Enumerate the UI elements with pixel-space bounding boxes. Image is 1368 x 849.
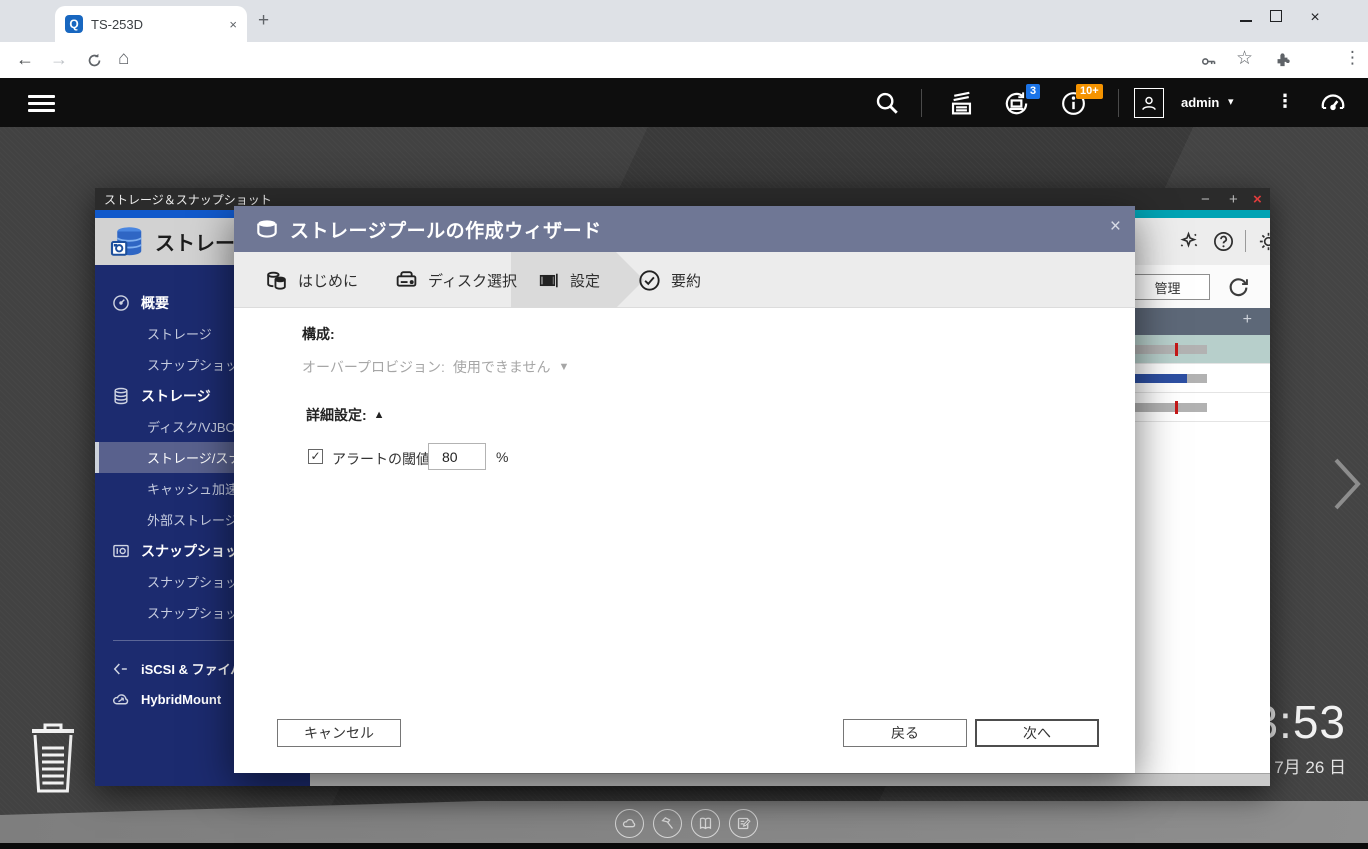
wizard-steps-bar: はじめに ディスク選択 設定 要約 <box>234 252 1135 308</box>
storage-app-icon <box>109 224 145 260</box>
storage-pool-wizard-dialog: ストレージプールの作成ウィザード × はじめに ディスク選択 <box>234 206 1135 773</box>
background-tasks-icon[interactable] <box>947 88 976 117</box>
pool-icon <box>254 216 280 242</box>
sliders-step-icon <box>536 268 561 293</box>
alert-threshold-checkbox[interactable]: ✓ <box>308 449 323 464</box>
browser-minimize-button[interactable] <box>1240 9 1252 27</box>
utilities-hammer-icon[interactable] <box>653 809 682 838</box>
alert-threshold-label: アラートの閾値 <box>332 449 430 469</box>
user-avatar-icon[interactable] <box>1134 88 1164 118</box>
key-icon[interactable] <box>1200 53 1217 70</box>
browser-tab-strip: Q TS-253D × + × <box>0 0 1368 42</box>
overprovision-label: オーバープロビジョン: <box>302 357 445 377</box>
browser-maximize-button[interactable] <box>1270 9 1282 27</box>
back-button[interactable]: 戻る <box>843 719 967 747</box>
window-title: ストレージ＆スナップショット <box>104 191 272 208</box>
alert-threshold-input[interactable] <box>428 443 486 470</box>
disk-step-icon <box>394 268 419 293</box>
sync-badge: 3 <box>1026 84 1040 99</box>
forward-icon[interactable]: → <box>50 49 68 70</box>
settings-gear-icon[interactable] <box>1257 230 1270 253</box>
step-summary: 要約 <box>637 252 701 308</box>
browser-tab[interactable]: Q TS-253D × <box>55 6 247 42</box>
qnap-top-bar: ストレージ＆スナッ... × 3 10+ admin ▾ ⋮ <box>0 78 1368 127</box>
snapshot-camera-icon <box>111 541 131 561</box>
check-circle-step-icon <box>637 268 662 293</box>
bookmark-star-icon[interactable]: ☆ <box>1236 47 1253 70</box>
recycle-bin-icon[interactable] <box>26 720 80 802</box>
add-pool-button[interactable]: + <box>1243 311 1252 329</box>
gauge-icon <box>111 293 131 313</box>
tutorial-book-icon[interactable] <box>691 809 720 838</box>
manage-button[interactable]: 管理 <box>1125 274 1210 300</box>
window-maximize-button[interactable]: + <box>1229 191 1238 208</box>
back-icon[interactable]: ← <box>16 49 34 70</box>
feedback-note-icon[interactable] <box>729 809 758 838</box>
disks-icon <box>111 386 131 406</box>
step-getting-started: はじめに <box>264 252 358 308</box>
window-close-button[interactable]: × <box>1253 191 1262 208</box>
next-button[interactable]: 次へ <box>975 719 1099 747</box>
main-menu-hamburger-icon[interactable] <box>28 91 55 116</box>
step-disk-selection: ディスク選択 <box>394 252 517 308</box>
notification-badge: 10+ <box>1076 84 1103 99</box>
browser-menu-kebab-icon[interactable]: ⋮ <box>1344 48 1361 68</box>
browser-tab-title: TS-253D <box>91 17 221 32</box>
dashboard-gauge-icon[interactable] <box>1318 88 1348 118</box>
home-icon[interactable]: ⌂ <box>118 48 129 70</box>
screen: Q TS-253D × + × ← → ⌂ 保護されていない通信 192.168… <box>0 0 1368 849</box>
admin-user-menu[interactable]: admin <box>1181 95 1219 110</box>
window-minimize-button[interactable]: − <box>1201 191 1210 208</box>
overprovision-row: オーバープロビジョン: 使用できません ▼ <box>302 357 569 377</box>
help-icon[interactable] <box>1212 230 1235 253</box>
advanced-settings-row[interactable]: 詳細設定: ▲ <box>306 405 385 425</box>
new-tab-button[interactable]: + <box>258 10 269 32</box>
iscsi-icon <box>111 659 131 679</box>
myqnapcloud-icon[interactable] <box>615 809 644 838</box>
browser-close-button[interactable]: × <box>1300 9 1330 27</box>
wizard-close-icon[interactable]: × <box>1110 216 1121 238</box>
extensions-puzzle-icon[interactable] <box>1274 52 1291 69</box>
admin-caret-icon: ▾ <box>1228 95 1234 108</box>
tab-close-icon[interactable]: × <box>229 17 237 32</box>
overprovision-value: 使用できません <box>453 357 551 377</box>
config-label: 構成: <box>302 324 335 344</box>
next-page-chevron-icon[interactable] <box>1328 452 1366 516</box>
step-configure-active: 設定 <box>536 252 600 308</box>
wizard-title-bar[interactable]: ストレージプールの作成ウィザード × <box>234 206 1135 252</box>
desktop-bottom-bar <box>0 843 1368 849</box>
wizard-wand-icon[interactable] <box>1177 230 1200 253</box>
qnap-favicon: Q <box>65 15 83 33</box>
wizard-title: ストレージプールの作成ウィザード <box>290 216 602 243</box>
window-status-bar <box>310 773 1270 786</box>
overprovision-caret-icon[interactable]: ▼ <box>559 361 570 373</box>
advanced-caret-icon: ▲ <box>374 409 385 421</box>
cancel-button[interactable]: キャンセル <box>277 719 401 747</box>
cloud-mount-icon <box>111 690 131 710</box>
refresh-icon[interactable] <box>1225 273 1252 300</box>
advanced-settings-label: 詳細設定: <box>306 405 367 425</box>
browser-toolbar: ← → ⌂ 保護されていない通信 192.168.10.10:8080/cgi-… <box>0 42 1368 78</box>
alert-threshold-unit: % <box>496 449 508 465</box>
qnap-more-kebab-icon[interactable]: ⋮ <box>1276 91 1294 112</box>
reload-icon[interactable] <box>86 52 103 69</box>
pools-step-icon <box>264 268 289 293</box>
search-icon[interactable] <box>874 90 900 116</box>
